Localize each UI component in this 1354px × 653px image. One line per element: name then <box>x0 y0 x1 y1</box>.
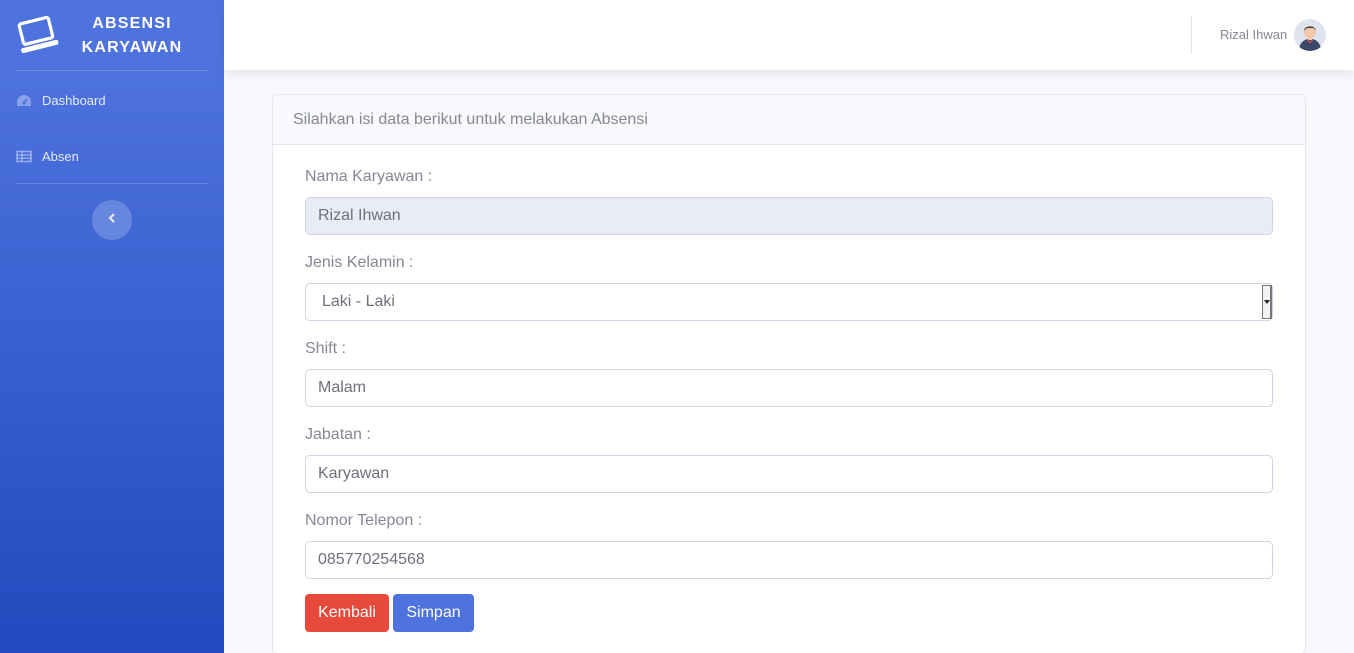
jenis-kelamin-select[interactable]: Laki - Laki <box>305 283 1273 321</box>
sidebar-divider <box>16 183 208 184</box>
laptop-icon <box>16 14 60 56</box>
sidebar-item-label: Dashboard <box>42 92 106 108</box>
jabatan-label: Jabatan : <box>305 426 371 443</box>
card-header: Silahkan isi data berikut untuk melakuka… <box>273 95 1305 145</box>
nomor-telepon-label: Nomor Telepon : <box>305 512 423 529</box>
simpan-button[interactable]: Simpan <box>393 594 474 632</box>
sidebar-toggle-button[interactable] <box>92 200 132 240</box>
shift-label: Shift : <box>305 340 346 357</box>
user-avatar[interactable] <box>1294 19 1326 51</box>
chevron-left-icon <box>107 211 117 229</box>
nama-karyawan-field[interactable] <box>305 197 1273 235</box>
tachometer-icon <box>16 93 33 107</box>
sidebar: ABSENSI KARYAWAN Dashboard Absen <box>0 0 224 653</box>
topbar: Rizal Ihwan <box>224 0 1354 70</box>
sidebar-item-dashboard[interactable]: Dashboard <box>16 90 106 110</box>
brand-title-line1: ABSENSI <box>92 15 172 32</box>
absensi-form-card: Silahkan isi data berikut untuk melakuka… <box>272 94 1306 653</box>
sidebar-brand[interactable]: ABSENSI KARYAWAN <box>0 0 224 70</box>
nomor-telepon-field[interactable] <box>305 541 1273 579</box>
kembali-button[interactable]: Kembali <box>305 594 389 632</box>
sidebar-divider <box>16 70 208 71</box>
sidebar-item-absen[interactable]: Absen <box>16 146 79 166</box>
table-icon <box>16 149 33 163</box>
topbar-divider <box>1191 16 1192 54</box>
brand-title: ABSENSI KARYAWAN <box>64 12 200 60</box>
jenis-kelamin-selected: Laki - Laki <box>322 293 395 310</box>
user-name[interactable]: Rizal Ihwan <box>1220 27 1287 42</box>
sidebar-item-label: Absen <box>42 148 79 164</box>
brand-title-line2: KARYAWAN <box>81 39 183 56</box>
jenis-kelamin-label: Jenis Kelamin : <box>305 254 414 271</box>
shift-field[interactable] <box>305 369 1273 407</box>
nama-karyawan-label: Nama Karyawan : <box>305 168 433 185</box>
dropdown-arrow-icon <box>1262 285 1272 319</box>
jabatan-field[interactable] <box>305 455 1273 493</box>
